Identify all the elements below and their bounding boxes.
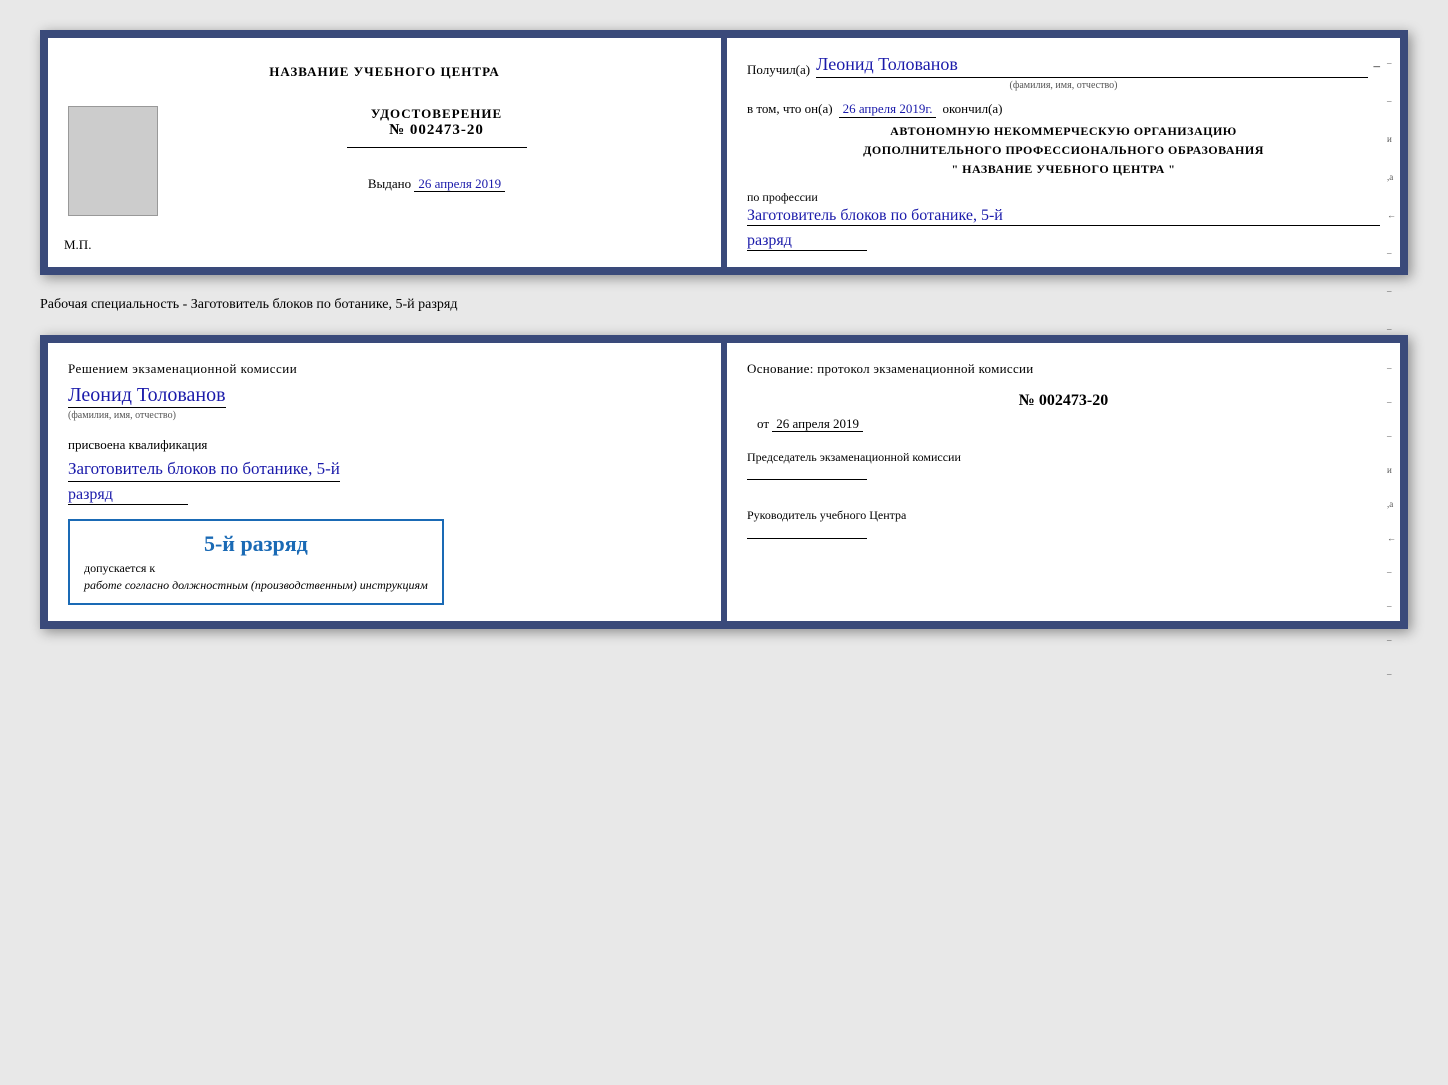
osnovanie-label: Основание: протокол экзаменационной коми… [747,359,1380,379]
org-line2: ДОПОЛНИТЕЛЬНОГО ПРОФЕССИОНАЛЬНОГО ОБРАЗО… [747,141,1380,160]
resheniem-label: Решением экзаменационной комиссии [68,359,297,379]
udostoverenie-title: УДОСТОВЕРЕНИЕ [347,106,527,122]
prisvoena-label: присвоена квалификация [68,437,207,453]
stamp-razryad-text: 5-й разряд [84,531,428,557]
top-certificate-book: НАЗВАНИЕ УЧЕБНОГО ЦЕНТРА УДОСТОВЕРЕНИЕ №… [40,30,1408,275]
okончил-label: окончил(а) [942,101,1002,117]
top-cert-right-panel: Получил(а) Леонид Толованов – (фамилия, … [727,38,1400,267]
vydano-label: Выдано [368,176,411,191]
rukovoditel-sig-line [747,538,867,539]
udostoverenie-block: УДОСТОВЕРЕНИЕ № 002473-20 [347,106,527,156]
dopuskaetsya-label: допускается к [84,561,155,575]
bottom-certificate-book: Решением экзаменационной комиссии Леонид… [40,335,1408,629]
cert-number-top: № 002473-20 [347,122,527,139]
org-line1: АВТОНОМНУЮ НЕКОММЕРЧЕСКУЮ ОРГАНИЗАЦИЮ [747,122,1380,141]
mp-label: М.П. [64,237,91,253]
org-line3: " НАЗВАНИЕ УЧЕБНОГО ЦЕНТРА " [747,160,1380,179]
ot-label: от [757,416,769,431]
vtom-row: в том, что он(а) 26 апреля 2019г. окончи… [747,101,1380,118]
predsedatel-sig-line [747,479,867,480]
qualification-name-bottom: Заготовитель блоков по ботанике, 5-й [68,457,340,482]
protocol-number-bottom: № 002473-20 [747,392,1380,410]
photo-and-text-block: УДОСТОВЕРЕНИЕ № 002473-20 Выдано 26 апре… [68,96,701,226]
poluchil-name: Леонид Толованов [816,54,1367,78]
right-edge-marks-bottom: – – – и ,а ← – – – – [1387,363,1396,679]
specialty-label: Рабочая специальность - Заготовитель бло… [40,293,1408,317]
vydano-line: Выдано 26 апреля 2019 [368,176,505,192]
ot-date-value: 26 апреля 2019 [772,416,863,432]
name-hint-top: (фамилия, имя, отчество) [747,80,1380,91]
ot-date-row: от 26 апреля 2019 [747,416,1380,432]
dopuskaetsya-line: допускается к [84,561,428,576]
rukovoditel-block: Руководитель учебного Центра [747,506,1380,544]
name-hint-bottom: (фамилия, имя, отчество) [68,410,176,421]
predsedatel-label: Председатель экзаменационной комиссии [747,448,1380,467]
razryad-top: разряд [747,232,867,251]
bottom-cert-right-panel: Основание: протокол экзаменационной коми… [727,343,1400,621]
predsedatel-block: Председатель экзаменационной комиссии [747,448,1380,486]
rukovoditel-label: Руководитель учебного Центра [747,506,1380,525]
left-text-col: УДОСТОВЕРЕНИЕ № 002473-20 Выдано 26 апре… [172,96,701,192]
razryad-bottom: разряд [68,486,188,505]
stamp-box: 5-й разряд допускается к работе согласно… [68,519,444,605]
vtom-date: 26 апреля 2019г. [839,101,937,118]
page-wrapper: НАЗВАНИЕ УЧЕБНОГО ЦЕНТРА УДОСТОВЕРЕНИЕ №… [20,20,1428,639]
vydano-date: 26 апреля 2019 [414,176,505,192]
bottom-cert-left-panel: Решением экзаменационной комиссии Леонид… [48,343,721,621]
poluchil-label: Получил(а) [747,62,810,78]
org-block: АВТОНОМНУЮ НЕКОММЕРЧЕСКУЮ ОРГАНИЗАЦИЮ ДО… [747,122,1380,180]
poprofessii-label: по профессии [747,190,1380,205]
dopuskaetsya-italic: работе согласно должностным (производств… [84,578,428,593]
poluchil-row: Получил(а) Леонид Толованов – [747,54,1380,78]
em-dash-1: – [1374,58,1381,74]
top-school-title: НАЗВАНИЕ УЧЕБНОГО ЦЕНТРА [269,64,500,80]
right-edge-marks-top: – – и ,а ← – – – – [1387,58,1396,372]
person-name-bottom: Леонид Толованов [68,384,226,408]
profession-name-top: Заготовитель блоков по ботанике, 5-й [747,207,1380,226]
photo-placeholder [68,106,158,216]
top-cert-left-panel: НАЗВАНИЕ УЧЕБНОГО ЦЕНТРА УДОСТОВЕРЕНИЕ №… [48,38,721,267]
vtom-text: в том, что он(а) [747,101,833,117]
